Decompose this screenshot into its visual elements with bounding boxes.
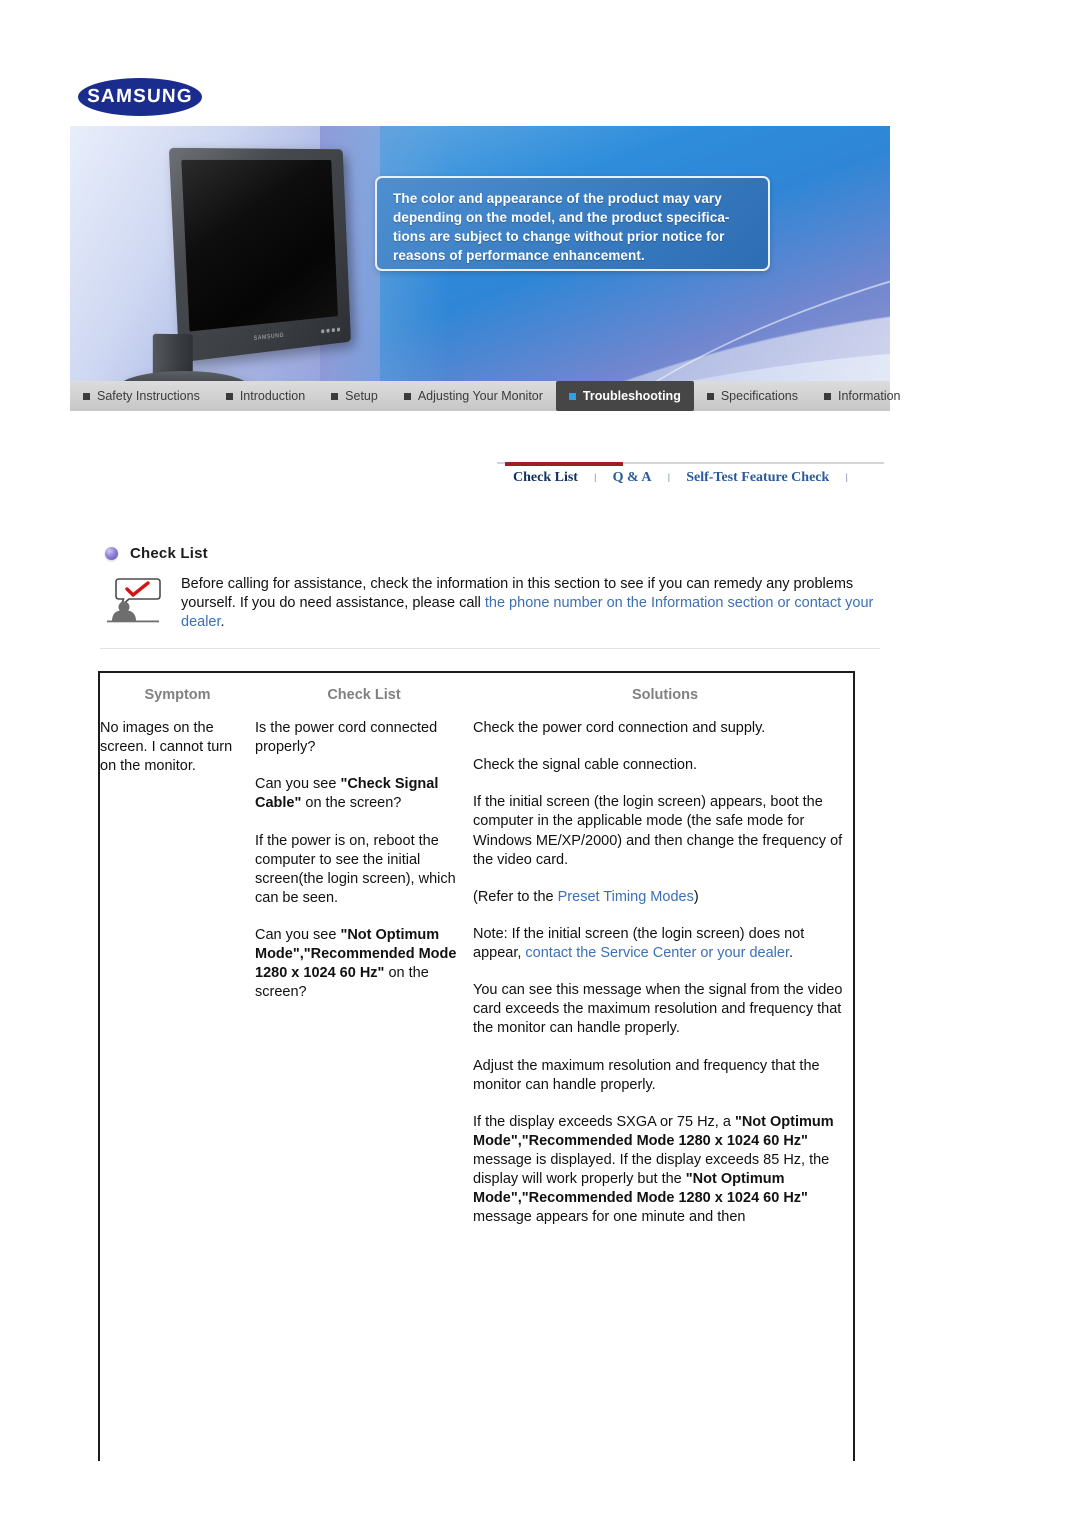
intro-block: Before calling for assistance, check the… xyxy=(105,572,880,632)
nav-item-label: Information xyxy=(837,389,901,403)
nav-item-label: Safety Instructions xyxy=(97,389,200,403)
cell-symptom: No images on the screen. I cannot turn o… xyxy=(100,720,233,775)
nav-item-label: Adjusting Your Monitor xyxy=(417,389,543,403)
cell-paragraph: Can you see "Check Signal Cable" on the … xyxy=(255,775,461,813)
cell-solutions: Check the power cord connection and supp… xyxy=(473,719,857,1228)
inline-link[interactable]: Preset Timing Modes xyxy=(558,889,694,905)
body-text: If the display exceeds SXGA or 75 Hz, a xyxy=(473,1113,735,1130)
cell-paragraph: If the power is on, reboot the computer … xyxy=(255,832,461,909)
intro-text: Before calling for assistance, check the… xyxy=(181,572,880,632)
cell-paragraph: Is the power cord connected properly? xyxy=(255,719,461,757)
intro-text-part2: . xyxy=(220,614,225,631)
body-text: Adjust the maximum resolution and freque… xyxy=(473,1057,820,1093)
checklist-table: Symptom Check List Solutions No images o… xyxy=(100,673,857,1228)
nav-bullet-icon xyxy=(568,392,576,400)
nav-item-label: Troubleshooting xyxy=(582,389,681,403)
page-root: SAMSUNG SAMSUNG The color and appearance… xyxy=(0,0,1080,1528)
monitor-screen xyxy=(181,159,338,332)
nav-item-label: Specifications xyxy=(720,389,798,403)
nav-bullet-icon xyxy=(823,392,831,400)
subtab-list[interactable]: Check List l Q & Al Self-Test Feature Check… xyxy=(497,470,848,486)
nav-item-safety-instructions[interactable]: Safety Instructions xyxy=(70,381,213,411)
nav-bullet-icon xyxy=(403,392,411,400)
body-text: ) xyxy=(693,888,699,905)
nav-bullet-icon xyxy=(331,392,339,400)
subtab-separator: l xyxy=(845,471,848,485)
cell-paragraph: If the initial screen (the login screen)… xyxy=(473,793,845,870)
nav-underline xyxy=(70,411,890,431)
body-text: Can you see xyxy=(255,927,341,943)
nav-item-label: Introduction xyxy=(239,389,306,403)
body-text: Is the power cord connected properly? xyxy=(255,720,438,756)
body-text: Can you see xyxy=(255,776,341,793)
subtab-bar[interactable]: Check List l Q & Al Self-Test Feature Check… xyxy=(497,462,884,498)
page-title: Check List xyxy=(130,545,208,562)
nav-item-label: Setup xyxy=(345,389,378,403)
section-heading: Check List xyxy=(105,545,208,562)
subtab-check-list[interactable]: Check List xyxy=(497,470,594,486)
logo-wordmark: SAMSUNG xyxy=(86,86,194,107)
cell-paragraph: If the display exceeds SXGA or 75 Hz, a … xyxy=(473,1113,845,1228)
nav-bullet-icon xyxy=(83,392,90,400)
body-text: You can see this message when the signal… xyxy=(473,982,843,1037)
product-notice-text: The color and appearance of the product … xyxy=(393,191,730,264)
inline-link[interactable]: contact the Service Center or your deale… xyxy=(525,945,789,961)
nav-item-introduction[interactable]: Introduction xyxy=(213,381,318,411)
body-text: . xyxy=(788,945,794,961)
cell-paragraph: You can see this message when the signal… xyxy=(473,981,845,1038)
body-text: If the initial screen (the login screen)… xyxy=(473,794,843,868)
column-header-symptom: Symptom xyxy=(144,687,211,703)
body-text: Check the signal cable connection. xyxy=(473,757,698,774)
cell-paragraph: Adjust the maximum resolution and freque… xyxy=(473,1057,845,1095)
checklist-table-frame: Symptom Check List Solutions No images o… xyxy=(98,671,855,1461)
nav-bullet-icon xyxy=(225,392,233,400)
product-notice-callout: The color and appearance of the product … xyxy=(375,176,770,271)
body-text: If the power is on, reboot the computer … xyxy=(255,832,456,906)
cell-paragraph: Can you see "Not Optimum Mode","Recommen… xyxy=(255,926,461,1003)
monitor-product-image: SAMSUNG xyxy=(168,147,351,363)
cell-checklist: Is the power cord connected properly? Can… xyxy=(255,719,473,1228)
subtab-active-underline xyxy=(505,462,623,466)
main-navigation[interactable]: Safety Instructions Introduction Setup Adju… xyxy=(70,381,901,411)
nav-item-information[interactable]: Information xyxy=(811,381,914,411)
samsung-logo: SAMSUNG xyxy=(78,76,203,118)
divider-rule xyxy=(100,648,880,649)
cell-paragraph: Note: If the initial screen (the login s… xyxy=(473,925,845,963)
person-checkmark-icon xyxy=(105,572,167,632)
table-header-row: Symptom Check List Solutions xyxy=(100,673,857,719)
body-text: (Refer to the xyxy=(473,888,558,905)
table-body: No images on the screen. I cannot turn o… xyxy=(100,719,857,1228)
column-header-checklist: Check List xyxy=(327,687,401,703)
body-text: Check the power cord connection and supp… xyxy=(473,720,766,736)
hero-banner: SAMSUNG The color and appearance of the … xyxy=(70,126,890,381)
nav-bullet-icon xyxy=(706,392,714,400)
body-text: message appears for one minute and then xyxy=(473,1209,746,1226)
cell-paragraph: Check the signal cable connection. xyxy=(473,756,845,775)
body-text: on the screen? xyxy=(301,795,402,812)
nav-item-specifications[interactable]: Specifications xyxy=(694,381,811,411)
table-row: No images on the screen. I cannot turn o… xyxy=(100,719,857,1228)
subtab-q-a[interactable]: Q & A xyxy=(597,470,668,486)
column-header-solutions: Solutions xyxy=(631,687,699,703)
bullet-orb-icon xyxy=(105,547,118,560)
subtab-self-test-feature-check[interactable]: Self-Test Feature Check xyxy=(670,470,845,486)
nav-item-setup[interactable]: Setup xyxy=(318,381,391,411)
nav-item-adjusting-your-monitor[interactable]: Adjusting Your Monitor xyxy=(391,381,556,411)
nav-item-troubleshooting[interactable]: Troubleshooting xyxy=(555,381,694,411)
cell-paragraph: (Refer to the Preset Timing Modes) xyxy=(473,888,845,907)
cell-paragraph: Check the power cord connection and supp… xyxy=(473,719,845,738)
